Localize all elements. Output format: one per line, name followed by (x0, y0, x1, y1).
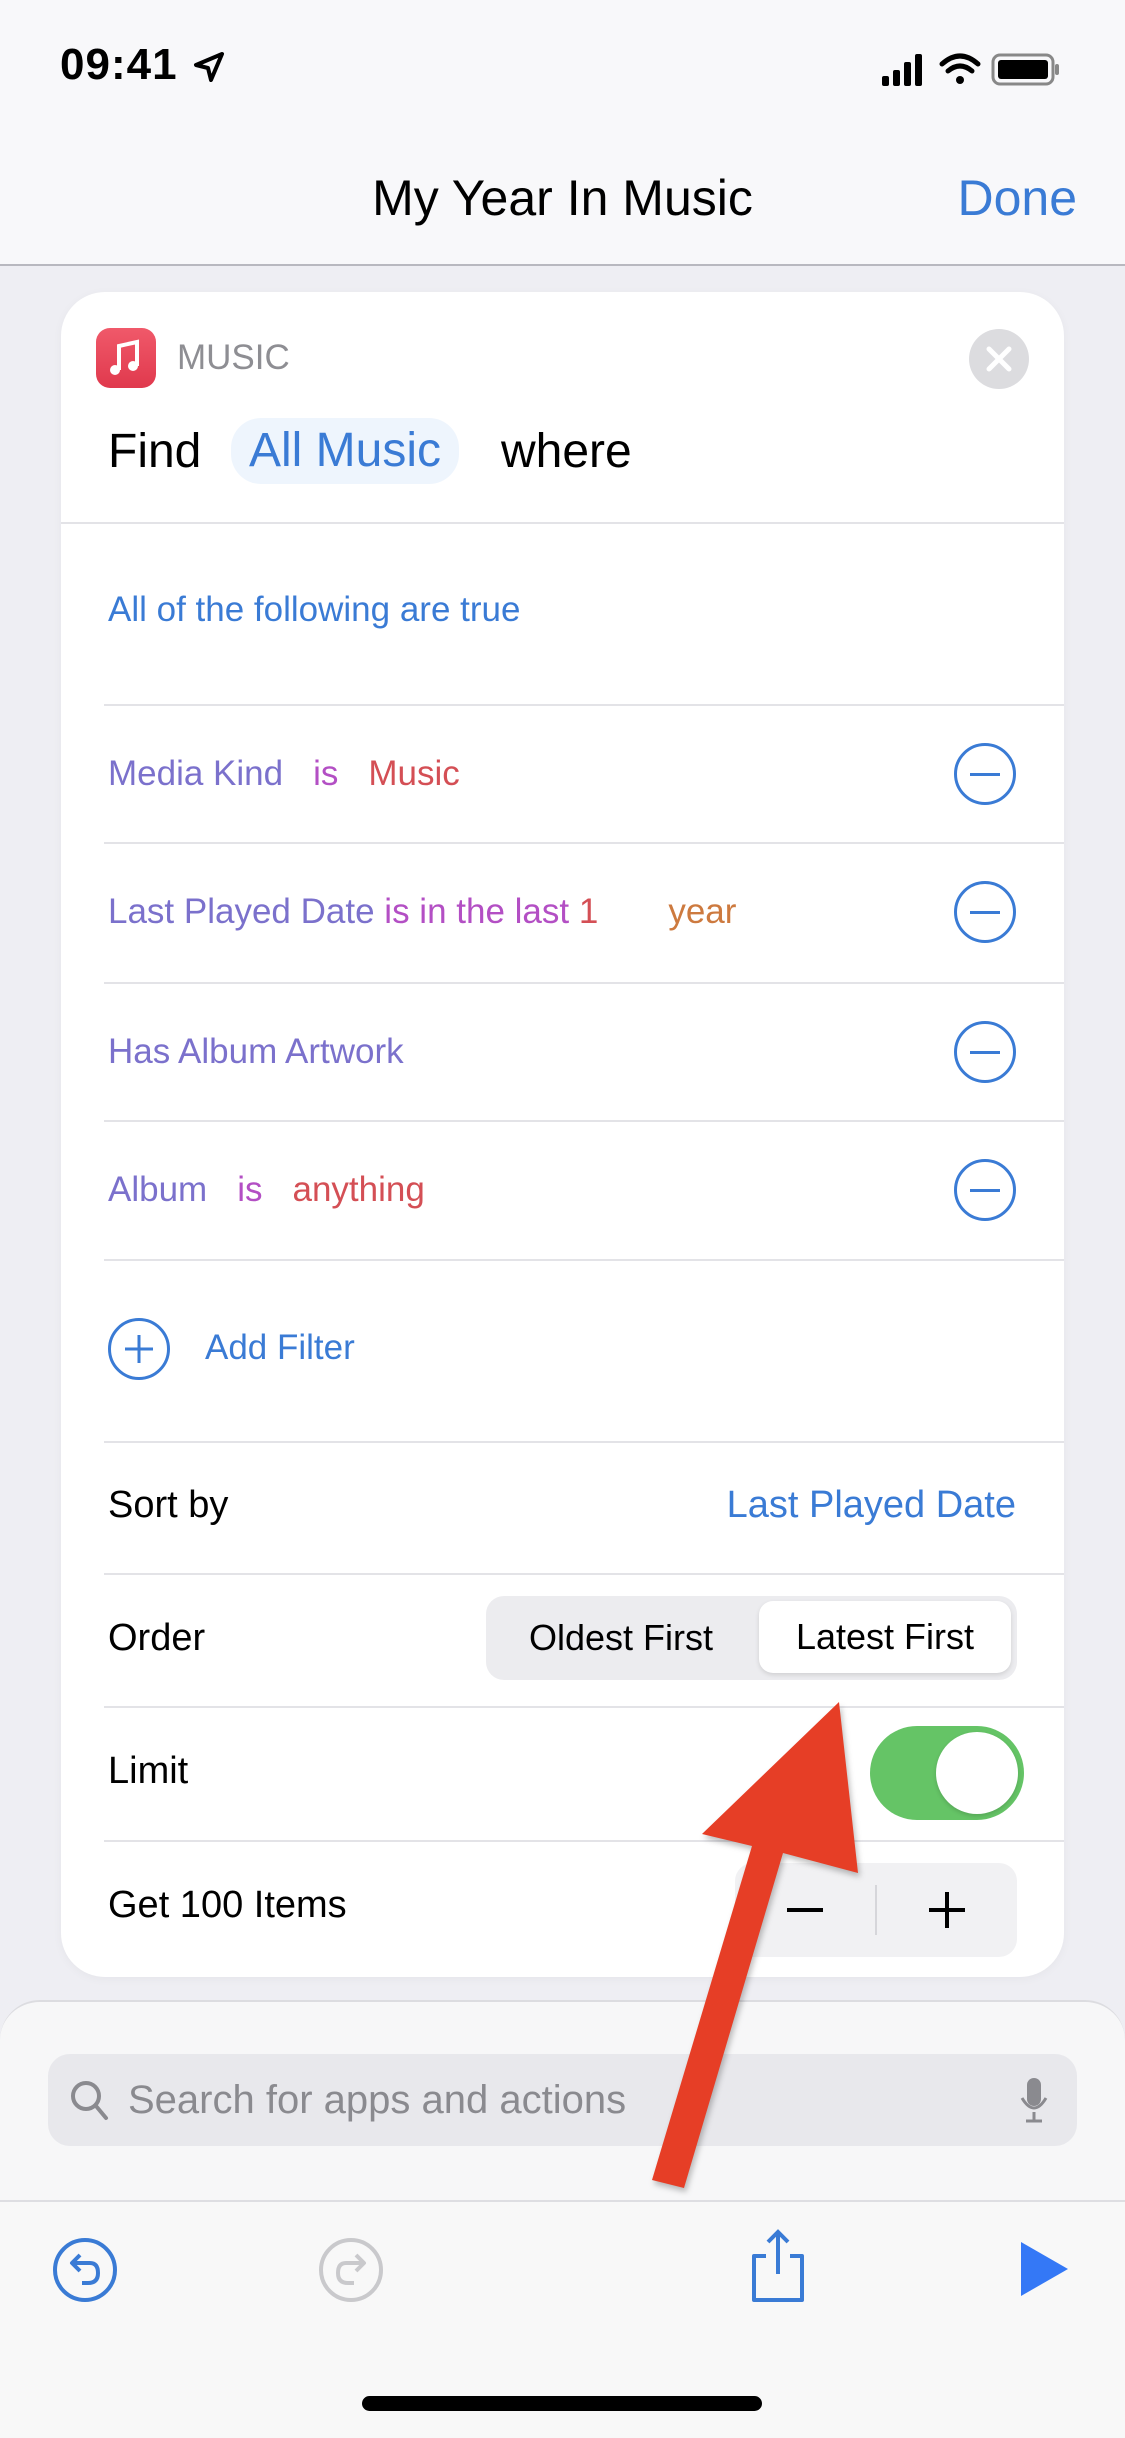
app-label: MUSIC (177, 338, 290, 377)
filter-unit[interactable]: year (668, 892, 736, 931)
where-word: where (501, 425, 632, 478)
order-segmented-control: Oldest First Latest First (486, 1596, 1017, 1680)
divider (104, 982, 1064, 984)
filter-operator[interactable]: is (237, 1170, 262, 1209)
filter-row[interactable]: Last Played Date is in the last 1 year (108, 892, 736, 932)
increment-button[interactable] (877, 1863, 1017, 1957)
remove-filter-button[interactable] (954, 881, 1016, 943)
find-music-action-card: MUSIC Find All Music where All of the fo… (61, 292, 1064, 1977)
divider (104, 1441, 1064, 1443)
remove-filter-button[interactable] (954, 1021, 1016, 1083)
signal-icon (882, 54, 922, 86)
location-arrow-icon (194, 52, 224, 82)
divider (104, 704, 1064, 706)
search-icon (71, 2081, 108, 2120)
toggle-knob (936, 1732, 1018, 1814)
divider (104, 1573, 1064, 1575)
redo-icon[interactable] (318, 2235, 384, 2305)
wifi-icon (939, 53, 981, 84)
filter-operator[interactable]: is (313, 754, 338, 793)
plus-icon (929, 1892, 965, 1928)
play-icon[interactable] (1018, 2240, 1070, 2298)
order-option-latest[interactable]: Latest First (759, 1601, 1011, 1673)
order-label: Order (108, 1617, 206, 1659)
filter-row[interactable]: Album is anything (108, 1170, 425, 1210)
divider (104, 1259, 1064, 1261)
microphone-icon[interactable] (1019, 2078, 1049, 2124)
add-filter-label[interactable]: Add Filter (205, 1328, 355, 1368)
divider (61, 522, 1064, 524)
sort-by-value[interactable]: Last Played Date (727, 1484, 1016, 1527)
filter-operator[interactable]: is in the last (384, 892, 569, 931)
filter-value[interactable]: Music (368, 754, 459, 793)
filter-value[interactable]: anything (293, 1170, 425, 1209)
plus-icon (125, 1335, 153, 1363)
filter-row[interactable]: Media Kind is Music (108, 754, 460, 794)
condition-mode-selector[interactable]: All of the following are true (108, 590, 520, 630)
divider (104, 842, 1064, 844)
close-icon (986, 346, 1012, 372)
search-field[interactable]: Search for apps and actions (48, 2054, 1077, 2146)
divider (104, 1120, 1064, 1122)
music-app-icon (96, 328, 156, 388)
status-icons (882, 53, 1059, 86)
remove-filter-button[interactable] (954, 1159, 1016, 1221)
remove-filter-button[interactable] (954, 743, 1016, 805)
page-title: My Year In Music (372, 170, 753, 226)
undo-icon[interactable] (52, 2235, 118, 2305)
minus-icon (787, 1908, 823, 1912)
search-placeholder: Search for apps and actions (128, 2078, 627, 2122)
battery-icon (991, 53, 1059, 86)
filter-field[interactable]: Album (108, 1170, 207, 1209)
status-time: 09:41 (60, 40, 178, 89)
find-word: Find (108, 425, 202, 478)
home-indicator (362, 2396, 762, 2411)
filter-value[interactable]: 1 (579, 892, 598, 931)
share-icon[interactable] (748, 2228, 808, 2304)
divider (104, 1706, 1064, 1708)
items-stepper (735, 1863, 1017, 1957)
done-button[interactable]: Done (957, 170, 1077, 226)
filter-field[interactable]: Last Played Date (108, 892, 375, 931)
limit-toggle[interactable] (870, 1726, 1024, 1820)
decrement-button[interactable] (735, 1863, 875, 1957)
add-filter-button[interactable] (108, 1318, 170, 1380)
scope-token[interactable]: All Music (231, 418, 460, 484)
limit-label: Limit (108, 1750, 189, 1792)
sort-by-label: Sort by (108, 1484, 229, 1526)
get-items-label: Get 100 Items (108, 1884, 347, 1926)
order-option-oldest[interactable]: Oldest First (486, 1596, 756, 1680)
remove-action-button[interactable] (969, 329, 1029, 389)
filter-field[interactable]: Has Album Artwork (108, 1032, 404, 1072)
divider (104, 1840, 1064, 1842)
filter-field[interactable]: Media Kind (108, 754, 283, 793)
